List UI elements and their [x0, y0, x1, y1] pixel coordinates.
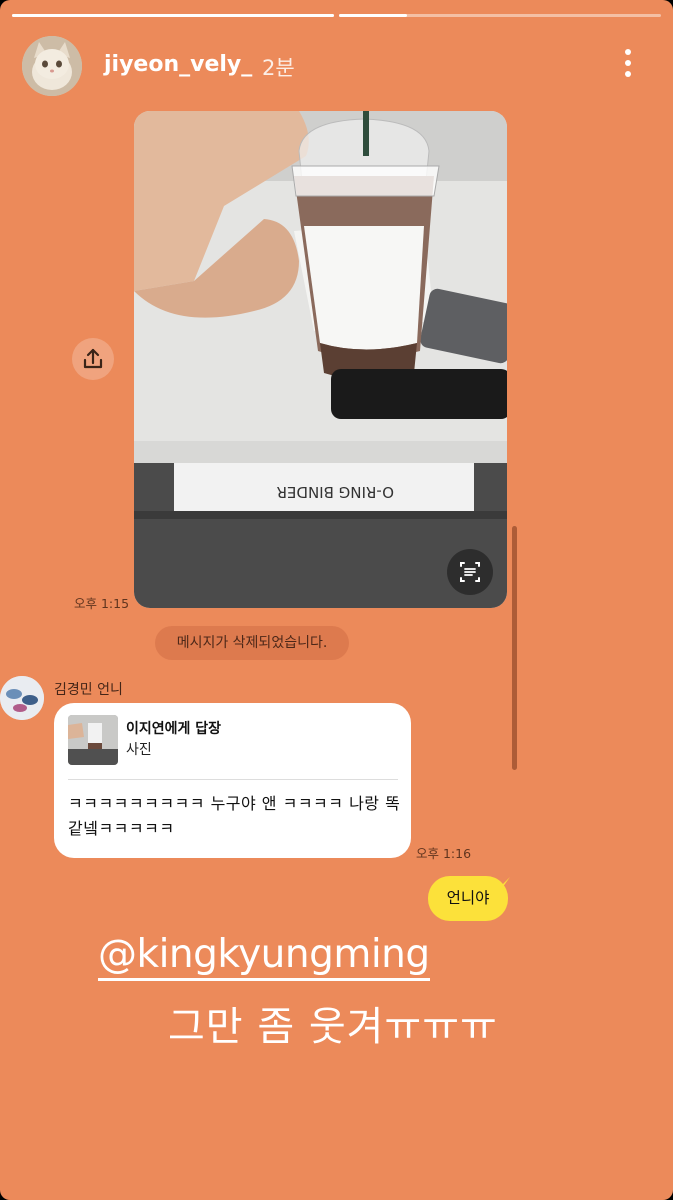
message-text: ㅋㅋㅋㅋㅋㅋㅋㅋㅋ 누구야 앤 ㅋㅋㅋㅋ 나랑 똑같넼ㅋㅋㅋㅋㅋ	[68, 794, 401, 838]
story-screen: jiyeon_vely_ 2분 O-RING BINDER 오후 1:15 메시…	[0, 0, 673, 1200]
photo-timestamp: 오후 1:15	[74, 596, 130, 611]
cat-avatar-icon[interactable]	[22, 36, 82, 96]
mention-sticker[interactable]: @kingkyungming	[98, 932, 430, 981]
reply-divider	[68, 779, 398, 780]
reply-photo-thumbnail	[68, 715, 118, 765]
message-timestamp: 오후 1:16	[416, 846, 472, 861]
username[interactable]: jiyeon_vely_	[104, 52, 252, 77]
sender-name: 김경민 언니	[54, 682, 123, 698]
reply-subtitle: 사진	[126, 742, 152, 758]
more-vertical-icon[interactable]	[616, 46, 640, 82]
reply-message-bubble[interactable]: 이지연에게 답장 사진 ㅋㅋㅋㅋㅋㅋㅋㅋㅋ 누구야 앤 ㅋㅋㅋㅋ 나랑 똑같넼ㅋ…	[54, 703, 411, 858]
svg-text:O-RING BINDER: O-RING BINDER	[277, 483, 394, 501]
post-time: 2분	[262, 56, 295, 80]
reply-title: 이지연에게 답장	[126, 721, 222, 737]
bubble-tail	[496, 877, 510, 891]
chat-scrollbar[interactable]	[512, 526, 517, 770]
story-progress-bar-2	[339, 14, 661, 17]
story-caption: 그만 좀 웃겨ㅠㅠㅠ	[168, 1004, 498, 1050]
deleted-message-notice: 메시지가 삭제되었습니다.	[155, 626, 349, 660]
sender-avatar[interactable]	[0, 676, 44, 720]
story-progress-bar-1	[12, 14, 334, 17]
shared-photo[interactable]: O-RING BINDER	[134, 111, 507, 608]
share-icon[interactable]	[72, 338, 114, 380]
text-scan-icon[interactable]	[447, 549, 493, 595]
